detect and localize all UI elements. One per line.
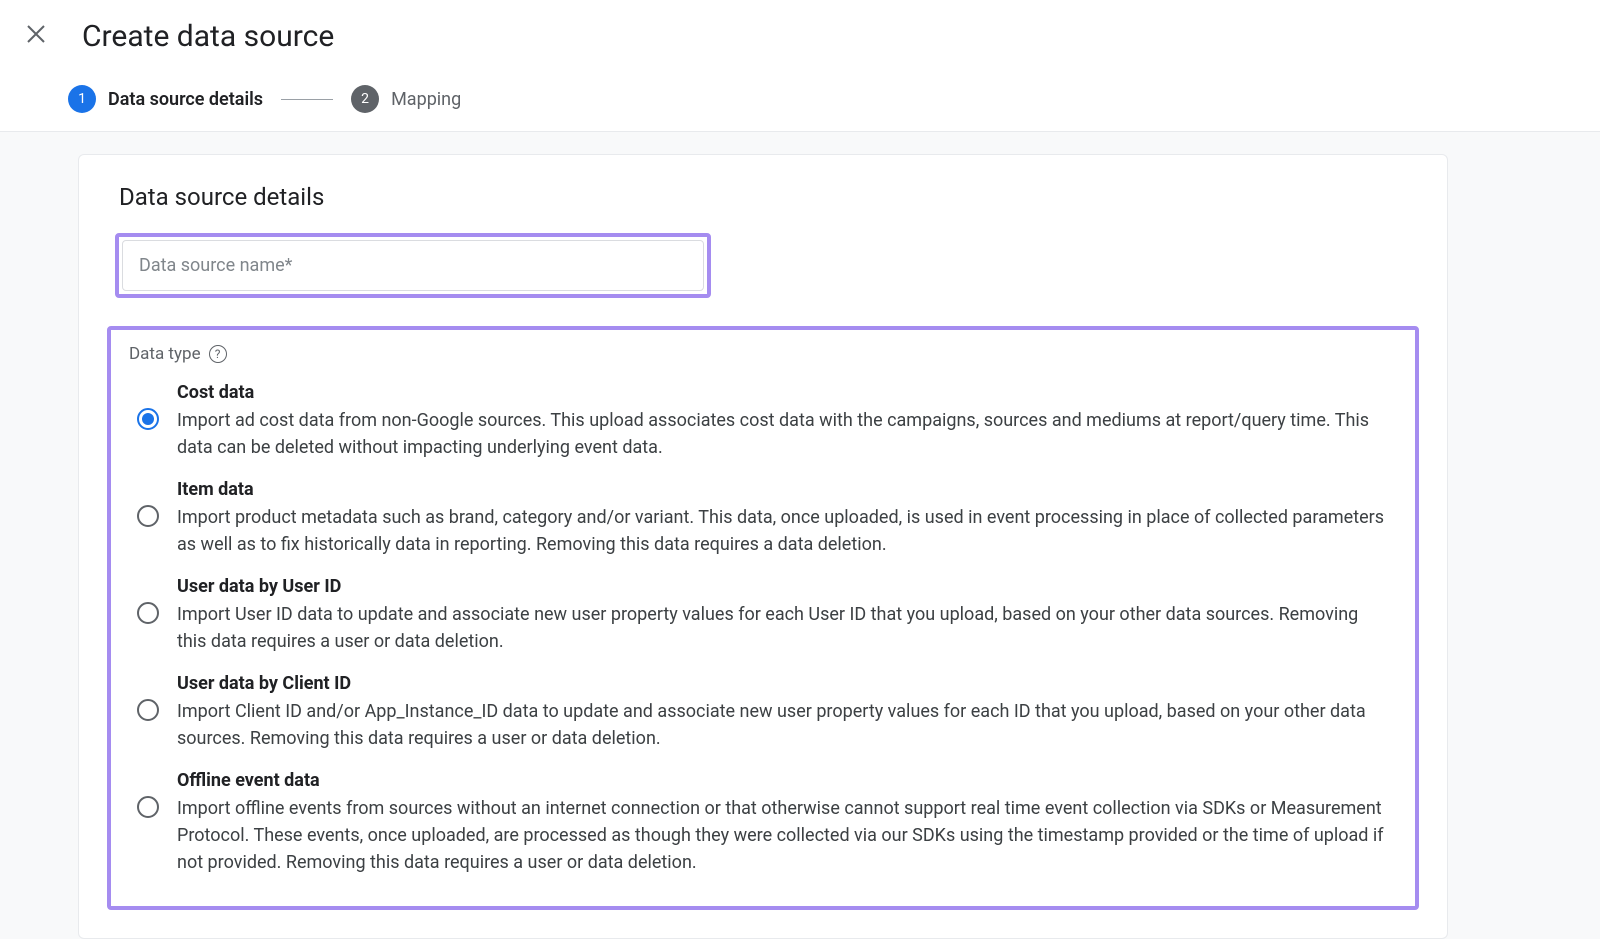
step-label-1: Data source details [108,89,263,110]
radio-text: User data by User ID Import User ID data… [177,576,1387,655]
radio-button[interactable] [137,408,159,430]
radio-desc: Import ad cost data from non-Google sour… [177,407,1387,461]
radio-title: Cost data [177,382,1387,403]
radio-desc: Import User ID data to update and associ… [177,601,1387,655]
radio-title: Offline event data [177,770,1387,791]
data-type-highlight-box: Data type ? Cost data Import ad cost dat… [107,326,1419,910]
data-type-header: Data type ? [123,344,1397,364]
step-label-2: Mapping [391,89,461,110]
radio-text: Offline event data Import offline events… [177,770,1387,876]
radio-button[interactable] [137,602,159,624]
close-icon[interactable] [20,18,52,55]
dialog-header: Create data source [0,0,1600,65]
details-card: Data source details Data type ? Cost dat… [78,154,1448,939]
radio-desc: Import product metadata such as brand, c… [177,504,1387,558]
step-number-2: 2 [351,85,379,113]
radio-desc: Import Client ID and/or App_Instance_ID … [177,698,1387,752]
dialog-title: Create data source [82,19,334,54]
step-data-source-details[interactable]: 1 Data source details [68,85,263,113]
help-icon[interactable]: ? [209,345,227,363]
radio-title: User data by Client ID [177,673,1387,694]
radio-option-offline-event-data[interactable]: Offline event data Import offline events… [123,764,1397,888]
step-mapping[interactable]: 2 Mapping [351,85,461,113]
section-title: Data source details [79,183,1447,233]
radio-button[interactable] [137,796,159,818]
radio-text: Item data Import product metadata such a… [177,479,1387,558]
radio-title: User data by User ID [177,576,1387,597]
radio-text: User data by Client ID Import Client ID … [177,673,1387,752]
radio-button[interactable] [137,505,159,527]
radio-option-user-data-client-id[interactable]: User data by Client ID Import Client ID … [123,667,1397,764]
radio-option-cost-data[interactable]: Cost data Import ad cost data from non-G… [123,376,1397,473]
name-highlight-box [115,233,711,298]
page-body: Data source details Data type ? Cost dat… [0,132,1600,939]
radio-option-item-data[interactable]: Item data Import product metadata such a… [123,473,1397,570]
radio-option-user-data-user-id[interactable]: User data by User ID Import User ID data… [123,570,1397,667]
step-connector [281,99,333,100]
radio-title: Item data [177,479,1387,500]
step-number-1: 1 [68,85,96,113]
data-type-label: Data type [129,344,201,364]
stepper: 1 Data source details 2 Mapping [0,65,1600,132]
radio-desc: Import offline events from sources witho… [177,795,1387,876]
data-source-name-input[interactable] [122,240,704,291]
radio-button[interactable] [137,699,159,721]
radio-text: Cost data Import ad cost data from non-G… [177,382,1387,461]
